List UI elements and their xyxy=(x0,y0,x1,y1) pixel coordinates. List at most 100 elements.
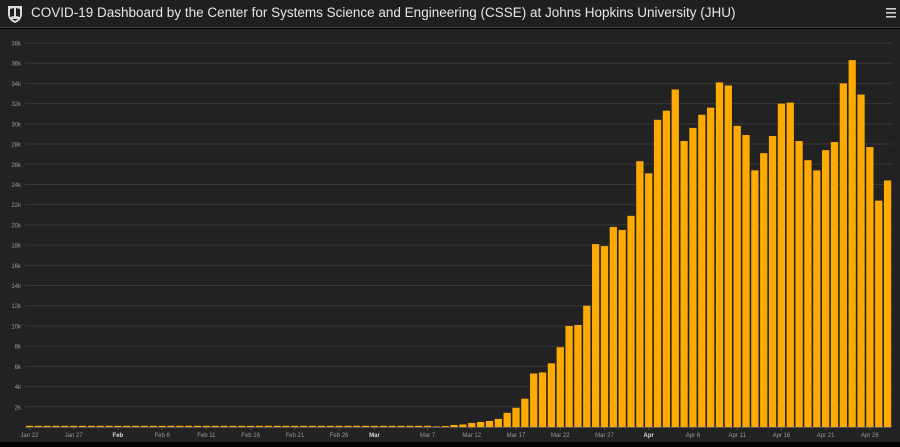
bar[interactable] xyxy=(176,425,184,427)
bar[interactable] xyxy=(636,161,644,428)
bar[interactable] xyxy=(229,425,237,427)
bar[interactable] xyxy=(609,226,617,427)
bar[interactable] xyxy=(618,229,626,427)
bar[interactable] xyxy=(476,421,485,427)
bar[interactable] xyxy=(344,425,352,427)
bar[interactable] xyxy=(760,153,768,427)
bar[interactable] xyxy=(592,244,600,427)
bar[interactable] xyxy=(361,425,370,427)
bar[interactable] xyxy=(733,125,741,428)
bar[interactable] xyxy=(715,82,724,427)
bar[interactable] xyxy=(494,418,502,427)
bar[interactable] xyxy=(813,170,821,427)
bar[interactable] xyxy=(370,425,379,427)
bar[interactable] xyxy=(114,425,122,427)
bar[interactable] xyxy=(645,173,653,427)
bar[interactable] xyxy=(583,305,591,427)
bar[interactable] xyxy=(140,425,149,427)
bar[interactable] xyxy=(839,83,847,428)
bar[interactable] xyxy=(273,425,281,427)
bar[interactable] xyxy=(193,425,202,427)
bar[interactable] xyxy=(751,170,759,427)
bar[interactable] xyxy=(521,398,529,427)
bar[interactable] xyxy=(43,425,51,427)
bar[interactable] xyxy=(52,425,60,427)
bar[interactable] xyxy=(574,324,582,427)
bar[interactable] xyxy=(158,425,166,427)
bar[interactable] xyxy=(167,425,175,427)
bar[interactable] xyxy=(96,425,104,427)
bar[interactable] xyxy=(317,425,325,427)
bar[interactable] xyxy=(795,141,803,427)
bar[interactable] xyxy=(485,420,494,427)
bar[interactable] xyxy=(680,141,688,427)
bar[interactable] xyxy=(822,150,830,427)
bar[interactable] xyxy=(830,142,839,427)
bar[interactable] xyxy=(786,102,794,428)
bar[interactable] xyxy=(530,373,538,427)
bar[interactable] xyxy=(556,347,564,427)
bar[interactable] xyxy=(220,425,228,427)
bar[interactable] xyxy=(149,425,157,427)
chart-bars[interactable] xyxy=(25,60,892,428)
bar[interactable] xyxy=(70,425,78,427)
bar[interactable] xyxy=(459,424,467,427)
bar[interactable] xyxy=(804,160,812,427)
bar[interactable] xyxy=(415,425,423,427)
bar[interactable] xyxy=(866,147,874,427)
bar[interactable] xyxy=(105,425,113,427)
hamburger-menu-icon[interactable] xyxy=(884,6,898,20)
bar[interactable] xyxy=(653,119,662,428)
bar[interactable] xyxy=(255,425,264,427)
bar[interactable] xyxy=(388,425,396,427)
bar[interactable] xyxy=(538,372,547,427)
bar[interactable] xyxy=(300,425,308,427)
bar[interactable] xyxy=(78,425,87,427)
bar[interactable] xyxy=(246,425,255,427)
bar[interactable] xyxy=(185,425,193,427)
bar[interactable] xyxy=(724,85,732,427)
bar[interactable] xyxy=(308,425,317,427)
bar[interactable] xyxy=(768,135,777,427)
bar[interactable] xyxy=(875,200,883,427)
bar[interactable] xyxy=(707,107,715,428)
bar[interactable] xyxy=(662,110,671,428)
bar[interactable] xyxy=(123,425,131,427)
bar[interactable] xyxy=(379,425,387,427)
bar[interactable] xyxy=(264,425,272,427)
bar[interactable] xyxy=(397,425,405,427)
bar[interactable] xyxy=(857,94,865,427)
bar[interactable] xyxy=(282,425,290,427)
bar[interactable] xyxy=(547,363,556,427)
bar[interactable] xyxy=(131,425,140,427)
bar[interactable] xyxy=(671,89,679,428)
bar[interactable] xyxy=(406,425,414,427)
bar[interactable] xyxy=(848,60,856,428)
bar[interactable] xyxy=(698,114,706,427)
bar[interactable] xyxy=(512,407,520,427)
bar[interactable] xyxy=(87,425,95,427)
bar[interactable] xyxy=(565,325,573,427)
bar[interactable] xyxy=(238,425,246,427)
bar[interactable] xyxy=(291,425,299,427)
bar[interactable] xyxy=(353,425,361,427)
bar[interactable] xyxy=(61,425,69,427)
bar[interactable] xyxy=(211,425,219,427)
bar[interactable] xyxy=(34,425,42,427)
bar[interactable] xyxy=(883,180,892,427)
bar[interactable] xyxy=(423,425,432,427)
bar[interactable] xyxy=(503,412,511,427)
bar[interactable] xyxy=(468,422,476,427)
bar[interactable] xyxy=(335,425,343,427)
bar[interactable] xyxy=(627,215,635,427)
bar[interactable] xyxy=(441,425,449,427)
bar[interactable] xyxy=(432,426,441,427)
bar[interactable] xyxy=(742,134,750,427)
bar[interactable] xyxy=(326,425,334,427)
bar[interactable] xyxy=(777,103,786,427)
daily-cases-bar-chart[interactable]: 2k 4k 6k 8k 10k 12k 14k 16k 18k 20k 22k 24k 26k 28k 30… xyxy=(0,29,900,442)
bar[interactable] xyxy=(202,425,210,427)
bar[interactable] xyxy=(450,424,458,427)
bar[interactable] xyxy=(600,246,609,427)
bar[interactable] xyxy=(689,127,697,427)
